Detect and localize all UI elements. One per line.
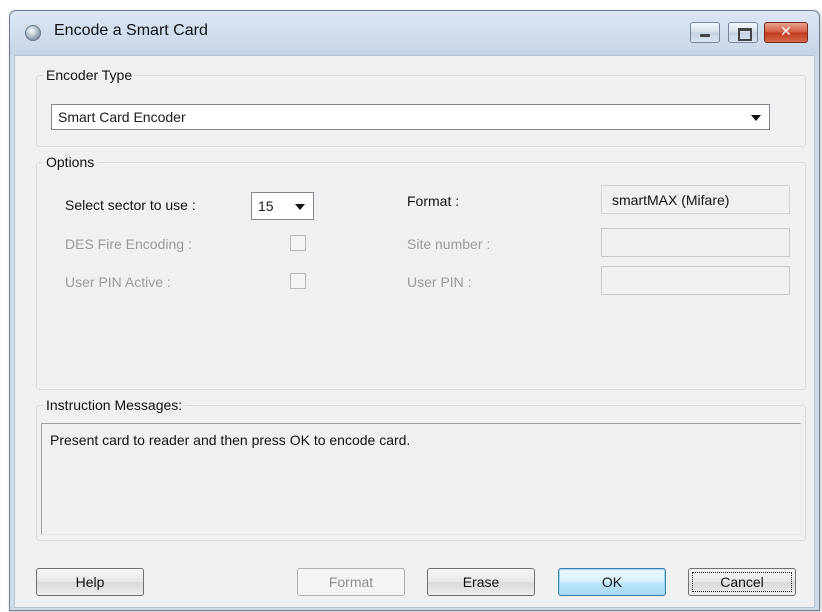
maximize-button[interactable]	[728, 22, 758, 43]
encoder-type-value: Smart Card Encoder	[58, 109, 186, 125]
encoder-type-select[interactable]: Smart Card Encoder	[51, 104, 770, 130]
dialog-client-area: Encoder Type Smart Card Encoder Options …	[14, 55, 815, 608]
des-fire-encoding-label: DES Fire Encoding :	[65, 236, 192, 252]
options-group: Options Select sector to use : 15 Format…	[36, 154, 806, 390]
instruction-messages-group: Instruction Messages: Present card to re…	[36, 397, 806, 541]
user-pin-field[interactable]	[601, 266, 790, 295]
user-pin-active-checkbox[interactable]	[290, 273, 306, 289]
des-fire-encoding-checkbox[interactable]	[290, 235, 306, 251]
help-button[interactable]: Help	[36, 568, 144, 596]
user-pin-label: User PIN :	[407, 274, 472, 290]
format-value: smartMAX (Mifare)	[612, 192, 730, 208]
ok-button[interactable]: OK	[558, 568, 666, 596]
format-label: Format :	[407, 193, 460, 209]
site-number-label: Site number :	[407, 236, 491, 252]
window-title: Encode a Smart Card	[54, 22, 208, 39]
sector-value: 15	[258, 198, 274, 214]
erase-button[interactable]: Erase	[427, 568, 535, 596]
chevron-down-icon	[751, 115, 761, 121]
user-pin-active-label: User PIN Active :	[65, 274, 171, 290]
minimize-button[interactable]	[690, 22, 720, 43]
format-button[interactable]: Format	[297, 568, 405, 596]
title-bar[interactable]: Encode a Smart Card ✕	[10, 11, 819, 55]
format-field: smartMAX (Mifare)	[601, 185, 790, 214]
sector-select[interactable]: 15	[251, 192, 314, 220]
caption-buttons: ✕	[690, 22, 810, 44]
site-number-field[interactable]	[601, 228, 790, 257]
smart-card-app-icon	[25, 25, 41, 41]
encoder-type-group: Encoder Type Smart Card Encoder	[36, 67, 806, 147]
instruction-message-box: Present card to reader and then press OK…	[41, 423, 801, 535]
sector-label: Select sector to use :	[65, 197, 196, 213]
chevron-down-icon	[295, 204, 305, 210]
cancel-button[interactable]: Cancel	[688, 568, 796, 596]
close-button[interactable]: ✕	[764, 22, 808, 43]
instruction-messages-group-label: Instruction Messages:	[43, 397, 186, 413]
dialog-window: Encode a Smart Card ✕ Encoder Type Smart…	[9, 10, 820, 611]
options-group-label: Options	[43, 154, 98, 170]
instruction-message-text: Present card to reader and then press OK…	[50, 432, 411, 448]
close-icon: ✕	[780, 24, 792, 40]
encoder-type-group-label: Encoder Type	[43, 67, 136, 83]
